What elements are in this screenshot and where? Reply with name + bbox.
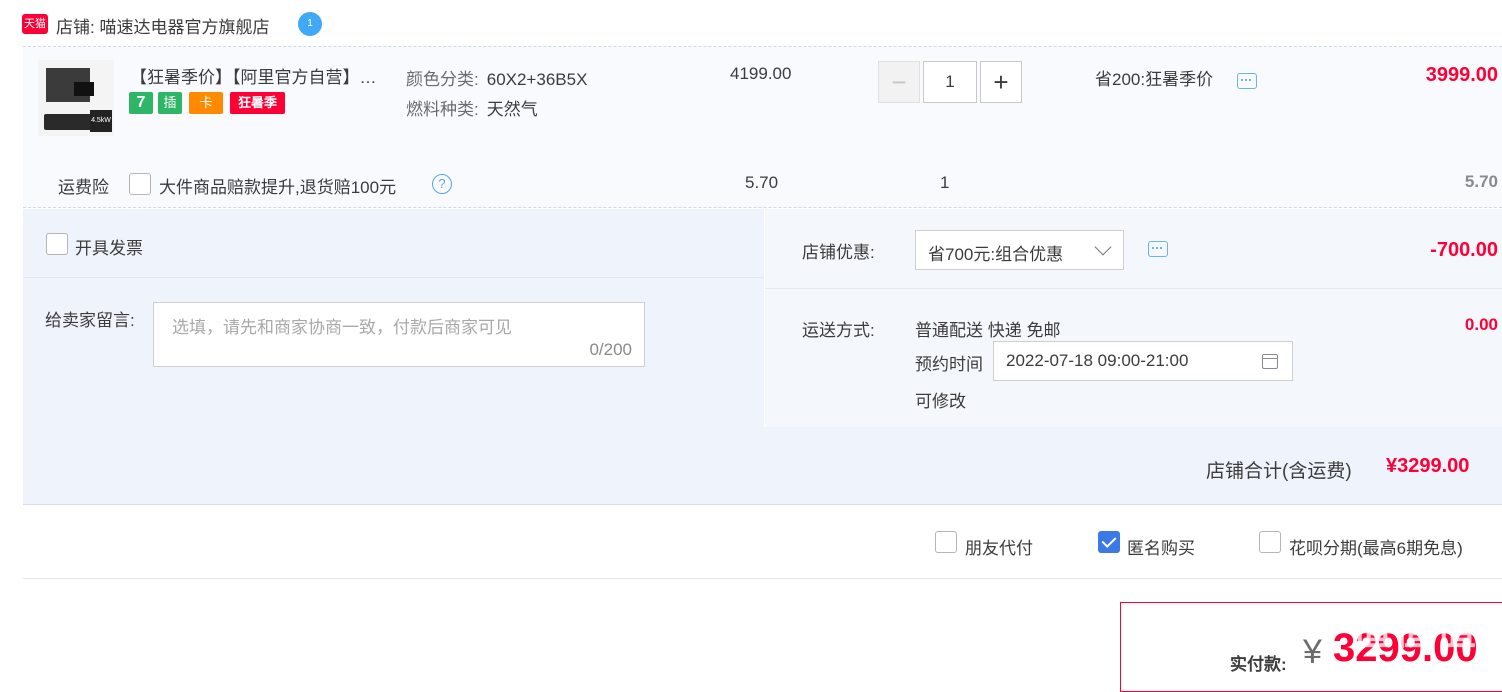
plug-service-icon: 插 (158, 92, 182, 114)
friend-pay-label[interactable]: 朋友代付 (965, 534, 1033, 559)
sku-color-label: 颜色分类: (406, 70, 479, 89)
anonymous-purchase-label[interactable]: 匿名购买 (1127, 534, 1195, 559)
insurance-subtotal: 5.70 (1464, 172, 1498, 191)
sku-fuel-value: 天然气 (486, 100, 538, 119)
quantity-decrease-button[interactable]: − (878, 61, 920, 103)
message-placeholder: 选填，请先和商家协商一致，付款后商家可见 (172, 318, 512, 337)
card-service-icon: 卡 (189, 92, 223, 114)
shop-total-amount: ¥3299.00 (1386, 455, 1470, 477)
insurance-option[interactable]: 大件商品赔款提升,退货赔100元 (159, 173, 396, 198)
shipping-method: 普通配送 快递 免邮 (915, 321, 1061, 340)
friend-pay-checkbox[interactable] (935, 531, 957, 553)
huabei-installment-label[interactable]: 花呗分期(最高6期免息) (1289, 534, 1463, 559)
shop-discount-selected: 省700元:组合优惠 (928, 245, 1064, 264)
insurance-quantity: 1 (940, 173, 950, 192)
sku-fuel: 燃料种类: 天然气 (406, 95, 538, 120)
wangwang-chat-icon[interactable]: 1 (298, 12, 322, 36)
sku-fuel-label: 燃料种类: (406, 100, 479, 119)
invoice-label[interactable]: 开具发票 (75, 234, 143, 259)
promo-comment-icon[interactable] (1237, 73, 1257, 89)
power-badge: 4.5kW (90, 110, 112, 132)
product-thumbnail[interactable]: 4.5kW (38, 60, 114, 136)
shipping-amount: 0.00 (1464, 315, 1498, 334)
calendar-icon (1262, 354, 1278, 369)
huabei-installment-checkbox[interactable] (1259, 531, 1281, 553)
item-subtotal: 3999.00 (1425, 64, 1498, 86)
invoice-checkbox[interactable] (46, 233, 68, 255)
product-title[interactable]: 【狂暑季价】【阿里官方自营】… (130, 63, 400, 88)
seller-message-input[interactable]: 选填，请先和商家协商一致，付款后商家可见 0/200 (153, 302, 645, 367)
insurance-label: 运费险 (58, 178, 109, 197)
anonymous-purchase-checkbox[interactable] (1098, 531, 1120, 553)
shop-discount-select[interactable]: 省700元:组合优惠 (915, 230, 1124, 270)
sku-color: 颜色分类: 60X2+36B5X (406, 65, 587, 90)
message-char-count: 0/200 (589, 340, 632, 359)
payment-label: 实付款: (1230, 655, 1287, 674)
appointment-time-input[interactable]: 2022-07-18 09:00-21:00 (993, 341, 1293, 381)
shop-discount-label: 店铺优惠: (802, 243, 875, 262)
discount-comment-icon[interactable] (1148, 241, 1168, 257)
item-promo: 省200:狂暑季价 (1095, 70, 1214, 89)
divider (23, 578, 1502, 579)
divider (23, 277, 764, 278)
range-hood-image (46, 68, 94, 102)
quantity-increase-button[interactable]: + (980, 61, 1022, 103)
tmall-logo-icon: 天猫 (22, 14, 48, 34)
unit-price: 4199.00 (730, 64, 792, 83)
insurance-checkbox[interactable] (129, 173, 151, 195)
sku-color-value: 60X2+36B5X (486, 70, 588, 89)
modifiable-note: 可修改 (915, 392, 966, 411)
watermark: 值值值 (1352, 609, 1478, 653)
seven-day-return-icon: 7 (129, 92, 153, 114)
message-label: 给卖家留言: (45, 311, 135, 330)
appointment-time-value: 2022-07-18 09:00-21:00 (1006, 351, 1189, 370)
shop-header: 天猫 店铺: 喵速达电器官方旗舰店 1 (0, 0, 1502, 46)
summer-sale-badge: 狂暑季 (230, 92, 285, 114)
insurance-price: 5.70 (745, 173, 779, 192)
help-icon[interactable]: ? (432, 174, 452, 194)
shipping-label: 运送方式: (802, 321, 875, 340)
shop-name[interactable]: 店铺: 喵速达电器官方旗舰店 (56, 13, 269, 38)
chevron-down-icon (1094, 238, 1112, 256)
shop-discount-amount: -700.00 (1430, 239, 1498, 261)
quantity-input[interactable]: 1 (923, 61, 977, 103)
divider (765, 288, 1502, 289)
shop-total-label: 店铺合计(含运费) (1206, 461, 1352, 482)
appointment-label: 预约时间 (915, 355, 983, 374)
hood-panel (74, 82, 94, 96)
payment-currency: ¥ (1303, 633, 1322, 671)
